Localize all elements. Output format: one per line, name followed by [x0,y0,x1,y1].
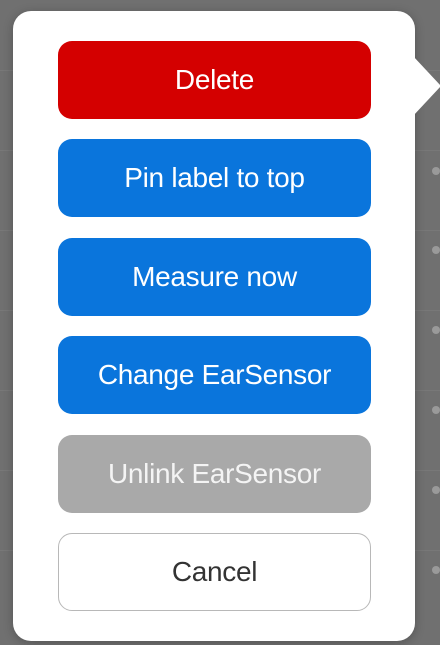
popover-arrow [413,56,440,116]
delete-button[interactable]: Delete [58,41,371,119]
unlink-earsensor-button[interactable]: Unlink EarSensor [58,435,371,513]
change-earsensor-button[interactable]: Change EarSensor [58,336,371,414]
action-popover: Delete Pin label to top Measure now Chan… [13,11,415,641]
list-item-dot [432,326,440,334]
list-item-dot [432,246,440,254]
list-item-dot [432,566,440,574]
pin-label-to-top-button[interactable]: Pin label to top [58,139,371,217]
list-item-dot [432,406,440,414]
list-item-dot [432,167,440,175]
cancel-button[interactable]: Cancel [58,533,371,611]
measure-now-button[interactable]: Measure now [58,238,371,316]
list-item-dot [432,486,440,494]
